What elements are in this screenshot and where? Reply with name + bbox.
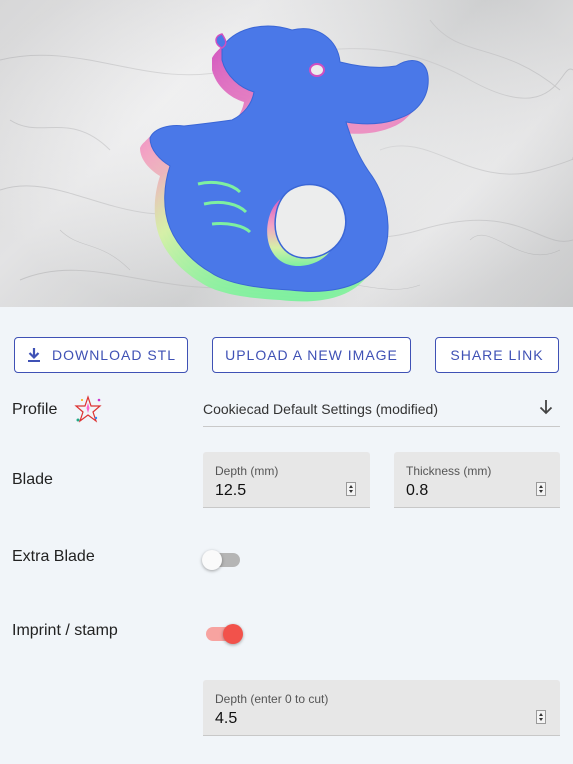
blade-thickness-field[interactable]: Thickness (mm) 0.8	[394, 452, 560, 508]
extra-blade-label: Extra Blade	[12, 548, 95, 565]
blade-depth-field[interactable]: Depth (mm) 12.5	[203, 452, 370, 508]
toggle-thumb	[223, 624, 243, 644]
imprint-toggle[interactable]	[202, 624, 243, 644]
extra-blade-toggle[interactable]	[202, 550, 242, 570]
share-link-label: SHARE LINK	[450, 347, 544, 363]
arrow-down-icon	[536, 397, 556, 420]
download-stl-label: DOWNLOAD STL	[51, 347, 176, 363]
blade-label: Blade	[12, 471, 53, 488]
blade-depth-label: Depth (mm)	[215, 464, 279, 478]
imprint-depth-stepper[interactable]	[536, 710, 546, 724]
share-link-button[interactable]: SHARE LINK	[435, 337, 559, 373]
blade-thickness-label: Thickness (mm)	[406, 464, 492, 478]
imprint-label: Imprint / stamp	[12, 622, 118, 639]
download-stl-button[interactable]: DOWNLOAD STL	[14, 337, 188, 373]
blade-depth-stepper[interactable]	[346, 482, 356, 496]
profile-select-value: Cookiecad Default Settings (modified)	[203, 401, 439, 417]
imprint-depth-field[interactable]: Depth (enter 0 to cut) 4.5	[203, 680, 560, 736]
upload-image-button[interactable]: UPLOAD A NEW IMAGE	[212, 337, 411, 373]
blade-depth-value: 12.5	[215, 482, 247, 499]
sparkle-icon	[72, 394, 104, 431]
toggle-thumb	[202, 550, 222, 570]
imprint-depth-value: 4.5	[215, 710, 238, 727]
upload-image-label: UPLOAD A NEW IMAGE	[225, 347, 398, 363]
profile-label: Profile	[12, 401, 58, 418]
imprint-depth-label: Depth (enter 0 to cut)	[215, 692, 329, 706]
duck-model	[140, 25, 429, 302]
model-preview[interactable]	[0, 0, 573, 307]
download-icon	[26, 347, 42, 363]
blade-thickness-stepper[interactable]	[536, 482, 546, 496]
blade-thickness-value: 0.8	[406, 482, 429, 499]
profile-select[interactable]: Cookiecad Default Settings (modified)	[203, 393, 560, 427]
